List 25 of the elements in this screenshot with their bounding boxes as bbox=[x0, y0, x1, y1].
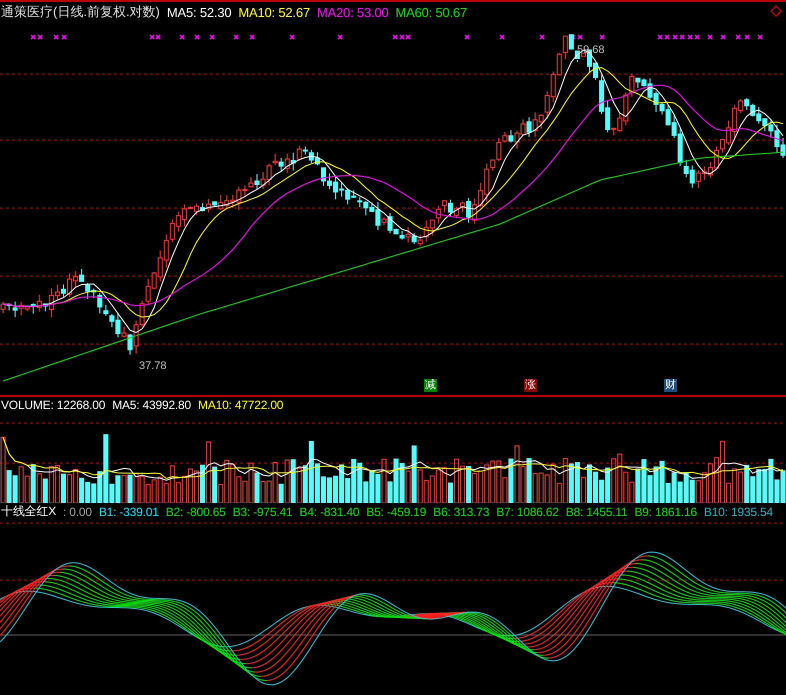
indicator-value: B9: 1861.16 bbox=[634, 504, 697, 518]
indicator-value: B7: 1086.62 bbox=[496, 504, 559, 518]
indicator-value: B3: -975.41 bbox=[232, 504, 292, 518]
moving-average-value: MA5: 52.30 bbox=[166, 4, 232, 20]
indicator-value: B10: 1935.54 bbox=[704, 504, 773, 518]
indicator-value: 十线全红X bbox=[1, 503, 56, 520]
volume-value: MA5: 43992.80 bbox=[112, 398, 191, 412]
low-price-label: 37.78 bbox=[139, 360, 167, 372]
indicator-value: : 0.00 bbox=[63, 504, 92, 518]
volume-value: VOLUME: 12268.00 bbox=[1, 398, 106, 412]
indicator-value: B8: 1455.11 bbox=[566, 504, 628, 518]
event-badge[interactable]: 财 bbox=[664, 379, 677, 392]
indicator-value: B6: 313.73 bbox=[433, 504, 490, 518]
moving-average-value: MA60: 50.67 bbox=[395, 4, 467, 20]
volume-value: MA10: 47722.00 bbox=[198, 398, 284, 412]
indicator-value: B1: -339.01 bbox=[98, 504, 159, 518]
indicator-value: B5: -459.19 bbox=[366, 504, 426, 518]
indicator-value: B4: -831.40 bbox=[299, 504, 360, 518]
high-price-label: 59.68 bbox=[577, 44, 605, 56]
event-badge[interactable]: 涨 bbox=[524, 379, 537, 392]
stock-title: 通策医疗(日线.前复权.对数) bbox=[1, 3, 160, 21]
indicator-value: B2: -800.65 bbox=[166, 504, 226, 518]
moving-average-value: MA20: 53.00 bbox=[316, 4, 388, 20]
event-badge[interactable]: 减 bbox=[424, 379, 437, 392]
moving-average-value: MA10: 52.67 bbox=[238, 4, 310, 20]
